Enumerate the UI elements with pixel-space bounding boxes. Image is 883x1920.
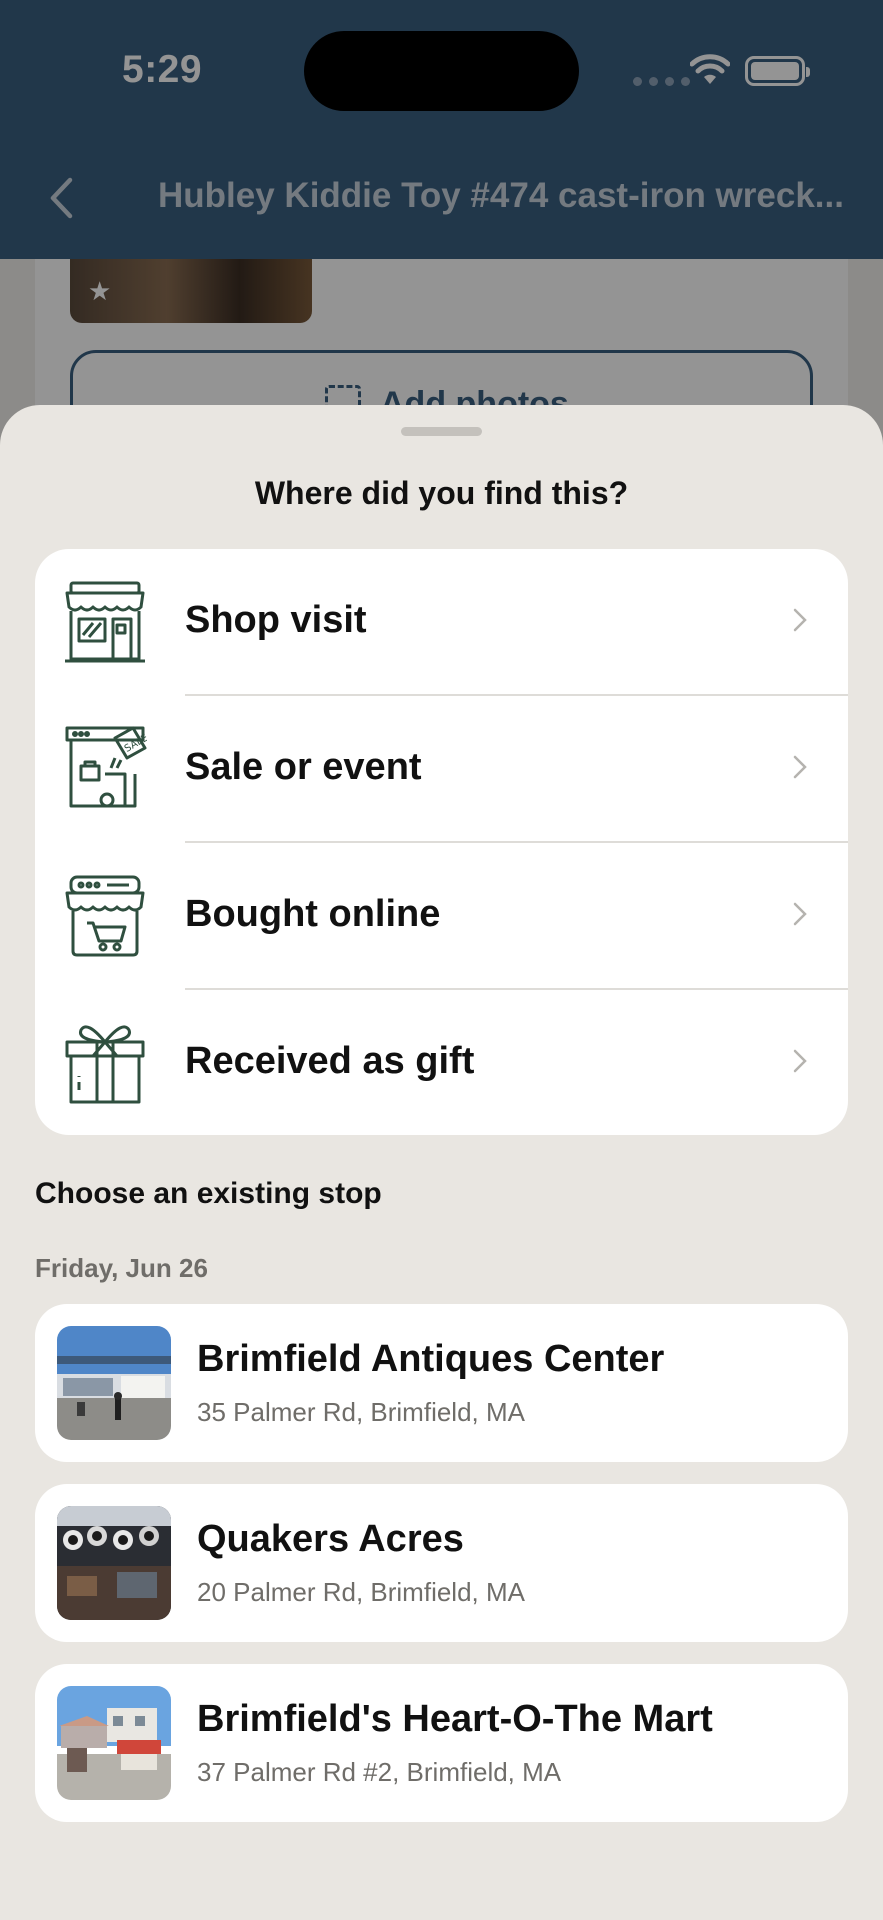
online-store-cart-icon bbox=[65, 875, 145, 957]
stop-name: Quakers Acres bbox=[197, 1518, 464, 1560]
option-shop-visit[interactable]: Shop visit bbox=[35, 549, 848, 696]
chevron-right-icon bbox=[793, 755, 807, 779]
stop-card-quakers-acres[interactable]: Quakers Acres 20 Palmer Rd, Brimfield, M… bbox=[35, 1484, 848, 1642]
stop-address: 37 Palmer Rd #2, Brimfield, MA bbox=[197, 1757, 562, 1787]
option-label: Received as gift bbox=[185, 1040, 475, 1082]
stop-photo bbox=[57, 1326, 171, 1440]
option-sale-or-event[interactable]: SALE Sale or event bbox=[35, 696, 848, 843]
stop-card-brimfield-antiques-center[interactable]: Brimfield Antiques Center 35 Palmer Rd, … bbox=[35, 1304, 848, 1462]
stop-card-heart-o-the-mart[interactable]: Brimfield's Heart-O-The Mart 37 Palmer R… bbox=[35, 1664, 848, 1822]
svg-text:SALE: SALE bbox=[123, 733, 147, 755]
option-label: Shop visit bbox=[185, 599, 367, 641]
chevron-right-icon bbox=[793, 902, 807, 926]
option-bought-online[interactable]: Bought online bbox=[35, 843, 848, 990]
stop-name: Brimfield's Heart-O-The Mart bbox=[197, 1698, 713, 1740]
gift-box-icon bbox=[65, 1025, 145, 1104]
option-received-as-gift[interactable]: Received as gift bbox=[35, 990, 848, 1135]
chevron-right-icon bbox=[793, 608, 807, 632]
stop-date-label: Friday, Jun 26 bbox=[35, 1253, 208, 1283]
stop-photo bbox=[57, 1686, 171, 1800]
sheet-title: Where did you find this? bbox=[254, 475, 629, 511]
shop-icon bbox=[65, 581, 145, 663]
acquisition-options-list: Shop visit SALE Sale or event Bought onl… bbox=[35, 549, 848, 1135]
stop-photo bbox=[57, 1506, 171, 1620]
stop-name: Brimfield Antiques Center bbox=[197, 1338, 665, 1380]
option-label: Bought online bbox=[185, 893, 441, 935]
stop-address: 20 Palmer Rd, Brimfield, MA bbox=[197, 1577, 525, 1607]
option-label: Sale or event bbox=[185, 746, 422, 788]
where-found-sheet: Where did you find this? Shop visit SALE… bbox=[0, 405, 883, 1920]
stop-address: 35 Palmer Rd, Brimfield, MA bbox=[197, 1397, 525, 1427]
sheet-grabber[interactable] bbox=[401, 427, 482, 436]
sale-tag-icon: SALE bbox=[65, 726, 147, 808]
chevron-right-icon bbox=[793, 1049, 807, 1073]
existing-stops-heading: Choose an existing stop bbox=[35, 1177, 382, 1210]
